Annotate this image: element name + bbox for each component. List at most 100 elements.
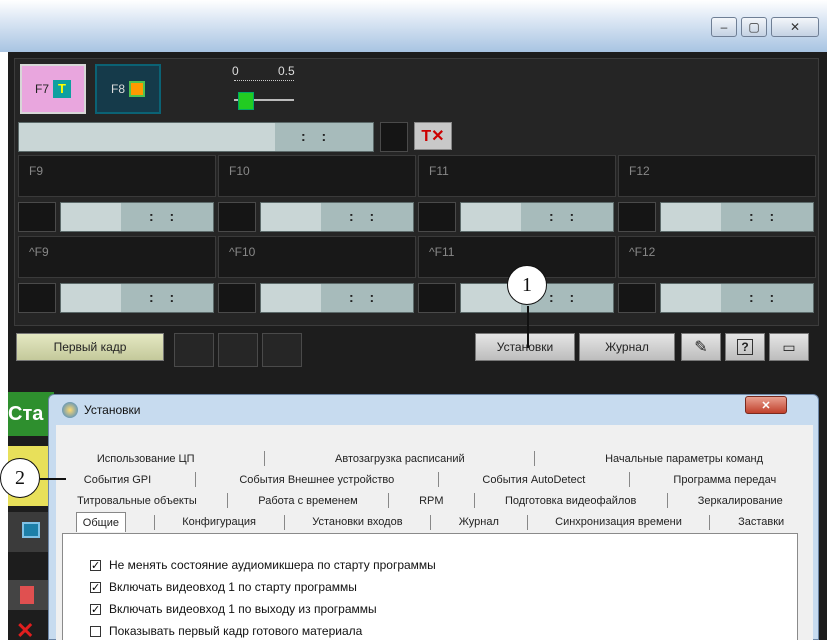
slot-status-box xyxy=(18,283,56,313)
slider-max-label: 0.5 xyxy=(278,64,295,78)
timer-text: : : xyxy=(749,289,781,305)
first-frame-button[interactable]: Первый кадр xyxy=(16,333,164,361)
indicator-box xyxy=(262,333,302,367)
callout-number: 2 xyxy=(15,466,25,489)
maximize-button[interactable]: ▢ xyxy=(741,17,767,37)
tab-title-objects[interactable]: Титровальные объекты xyxy=(77,491,197,510)
callout-number: 1 xyxy=(522,273,532,296)
dialog-close-button[interactable]: ✕ xyxy=(745,396,787,414)
tab-configuration[interactable]: Конфигурация xyxy=(182,513,256,532)
slot-label: ^F10 xyxy=(229,245,256,259)
callout-2-leader xyxy=(40,478,66,480)
checkbox[interactable]: ✓ xyxy=(90,581,101,593)
minimize-icon: – xyxy=(720,20,728,34)
slot-status-box xyxy=(418,202,456,232)
slot-label: ^F12 xyxy=(629,245,656,259)
close-button[interactable]: ✕ xyxy=(771,17,819,37)
timer-text: : : xyxy=(349,289,381,305)
indicator-box xyxy=(174,333,214,367)
tab-row-3: Титровальные объекты Работа с временем R… xyxy=(62,491,798,510)
timer-text: : : xyxy=(549,289,581,305)
option-row[interactable]: ✓ Включать видеовход 1 по старту программ… xyxy=(90,576,690,598)
slot-timer: : : xyxy=(60,283,214,313)
tab-program-schedule[interactable]: Программа передач xyxy=(673,470,776,489)
tab-video-file-prep[interactable]: Подготовка видеофайлов xyxy=(505,491,636,510)
checkbox[interactable]: ✓ xyxy=(90,559,101,571)
tab-time-sync[interactable]: Синхронизация времени xyxy=(555,513,682,532)
help-button[interactable]: ? xyxy=(725,333,765,361)
tab-mirroring[interactable]: Зеркалирование xyxy=(698,491,783,510)
tab-rpm[interactable]: RPM xyxy=(419,491,443,510)
tab-input-settings[interactable]: Установки входов xyxy=(312,513,402,532)
start-label: Ста xyxy=(8,402,44,425)
slot-timer: : : xyxy=(260,283,414,313)
slot-ctrl-f10[interactable]: ^F10 xyxy=(218,236,416,278)
option-row[interactable]: ✓ Не менять состояние аудиомикшера по ста… xyxy=(90,554,690,576)
slot-label: F10 xyxy=(229,164,250,178)
callout-1-leader xyxy=(527,306,529,348)
fkey-f8-button[interactable]: F8 xyxy=(95,64,161,114)
slot-f9[interactable]: F9 xyxy=(18,155,216,197)
window-title-bar xyxy=(0,0,827,52)
slot-f12[interactable]: F12 xyxy=(618,155,816,197)
slot-f10[interactable]: F10 xyxy=(218,155,416,197)
slot-f11[interactable]: F11 xyxy=(418,155,616,197)
slot-ctrl-f9[interactable]: ^F9 xyxy=(18,236,216,278)
first-frame-label: Первый кадр xyxy=(53,340,127,354)
film-icon xyxy=(22,522,40,538)
slot-timer: : : xyxy=(660,283,814,313)
options-list: ✓ Не менять состояние аудиомикшера по ста… xyxy=(90,554,690,640)
timer-text: : : xyxy=(349,208,381,224)
slider-thumb[interactable] xyxy=(238,92,254,110)
option-label: Включать видеовход 1 по старту программы xyxy=(109,580,357,594)
tab-cpu-usage[interactable]: Использование ЦП xyxy=(97,449,195,468)
tab-row-1: Использование ЦП Автозагрузка расписаний… xyxy=(62,449,798,468)
log-button[interactable]: Журнал xyxy=(579,333,675,361)
slot-label: ^F9 xyxy=(29,245,49,259)
option-row[interactable]: Показывать первый кадр готового материал… xyxy=(90,620,690,640)
settings-button[interactable]: Установки xyxy=(475,333,575,361)
tab-screensavers[interactable]: Заставки xyxy=(738,513,784,532)
minimize-button[interactable]: – xyxy=(711,17,737,37)
checkbox[interactable]: ✓ xyxy=(90,603,101,615)
slot-status-box xyxy=(418,283,456,313)
close-icon: ✕ xyxy=(761,399,771,412)
tab-general[interactable]: Общие xyxy=(75,512,126,532)
delete-icon[interactable]: ✕ xyxy=(16,618,34,644)
close-icon: ✕ xyxy=(789,20,801,34)
callout-1: 1 xyxy=(507,265,547,305)
slider-min-label: 0 xyxy=(232,64,239,78)
tab-schedule-autoload[interactable]: Автозагрузка расписаний xyxy=(335,449,465,468)
tab-row-4: Общие Конфигурация Установки входов Журн… xyxy=(62,512,798,532)
transition-icon xyxy=(129,81,145,97)
slot-status-box xyxy=(218,283,256,313)
slot-ctrl-f12[interactable]: ^F12 xyxy=(618,236,816,278)
clear-button[interactable]: T✕ xyxy=(414,122,452,150)
checkbox[interactable] xyxy=(90,625,101,637)
tab-row-2: События GPI События Внешнее устройство С… xyxy=(62,470,798,489)
option-label: Не менять состояние аудиомикшера по стар… xyxy=(109,558,436,572)
slot-timer: : : xyxy=(60,202,214,232)
folder-button[interactable]: ▭ xyxy=(769,333,809,361)
fkey-label: F7 xyxy=(34,82,49,96)
tab-time-work[interactable]: Работа с временем xyxy=(258,491,357,510)
title-object-icon: T xyxy=(53,80,71,98)
slot-label: ^F11 xyxy=(429,245,455,259)
tab-gpi-events[interactable]: События GPI xyxy=(84,470,151,489)
fkey-f7-button[interactable]: F7 T xyxy=(20,64,86,114)
tab-log[interactable]: Журнал xyxy=(459,513,499,532)
slot-label: F11 xyxy=(429,164,449,178)
tab-autodetect-events[interactable]: События AutoDetect xyxy=(482,470,585,489)
log-label: Журнал xyxy=(605,340,649,354)
timer-text: : : xyxy=(301,128,333,144)
dialog-app-icon xyxy=(62,402,78,418)
pipette-button[interactable]: ✎ xyxy=(681,333,721,361)
timer-text: : : xyxy=(149,289,181,305)
tab-initial-command-params[interactable]: Начальные параметры команд xyxy=(605,449,763,468)
callout-2: 2 xyxy=(0,458,40,498)
timer-text: : : xyxy=(149,208,181,224)
slot-timer: : : xyxy=(460,202,614,232)
tab-external-device-events[interactable]: События Внешнее устройство xyxy=(239,470,394,489)
slot-label: F12 xyxy=(629,164,650,178)
option-row[interactable]: ✓ Включать видеовход 1 по выходу из прогр… xyxy=(90,598,690,620)
